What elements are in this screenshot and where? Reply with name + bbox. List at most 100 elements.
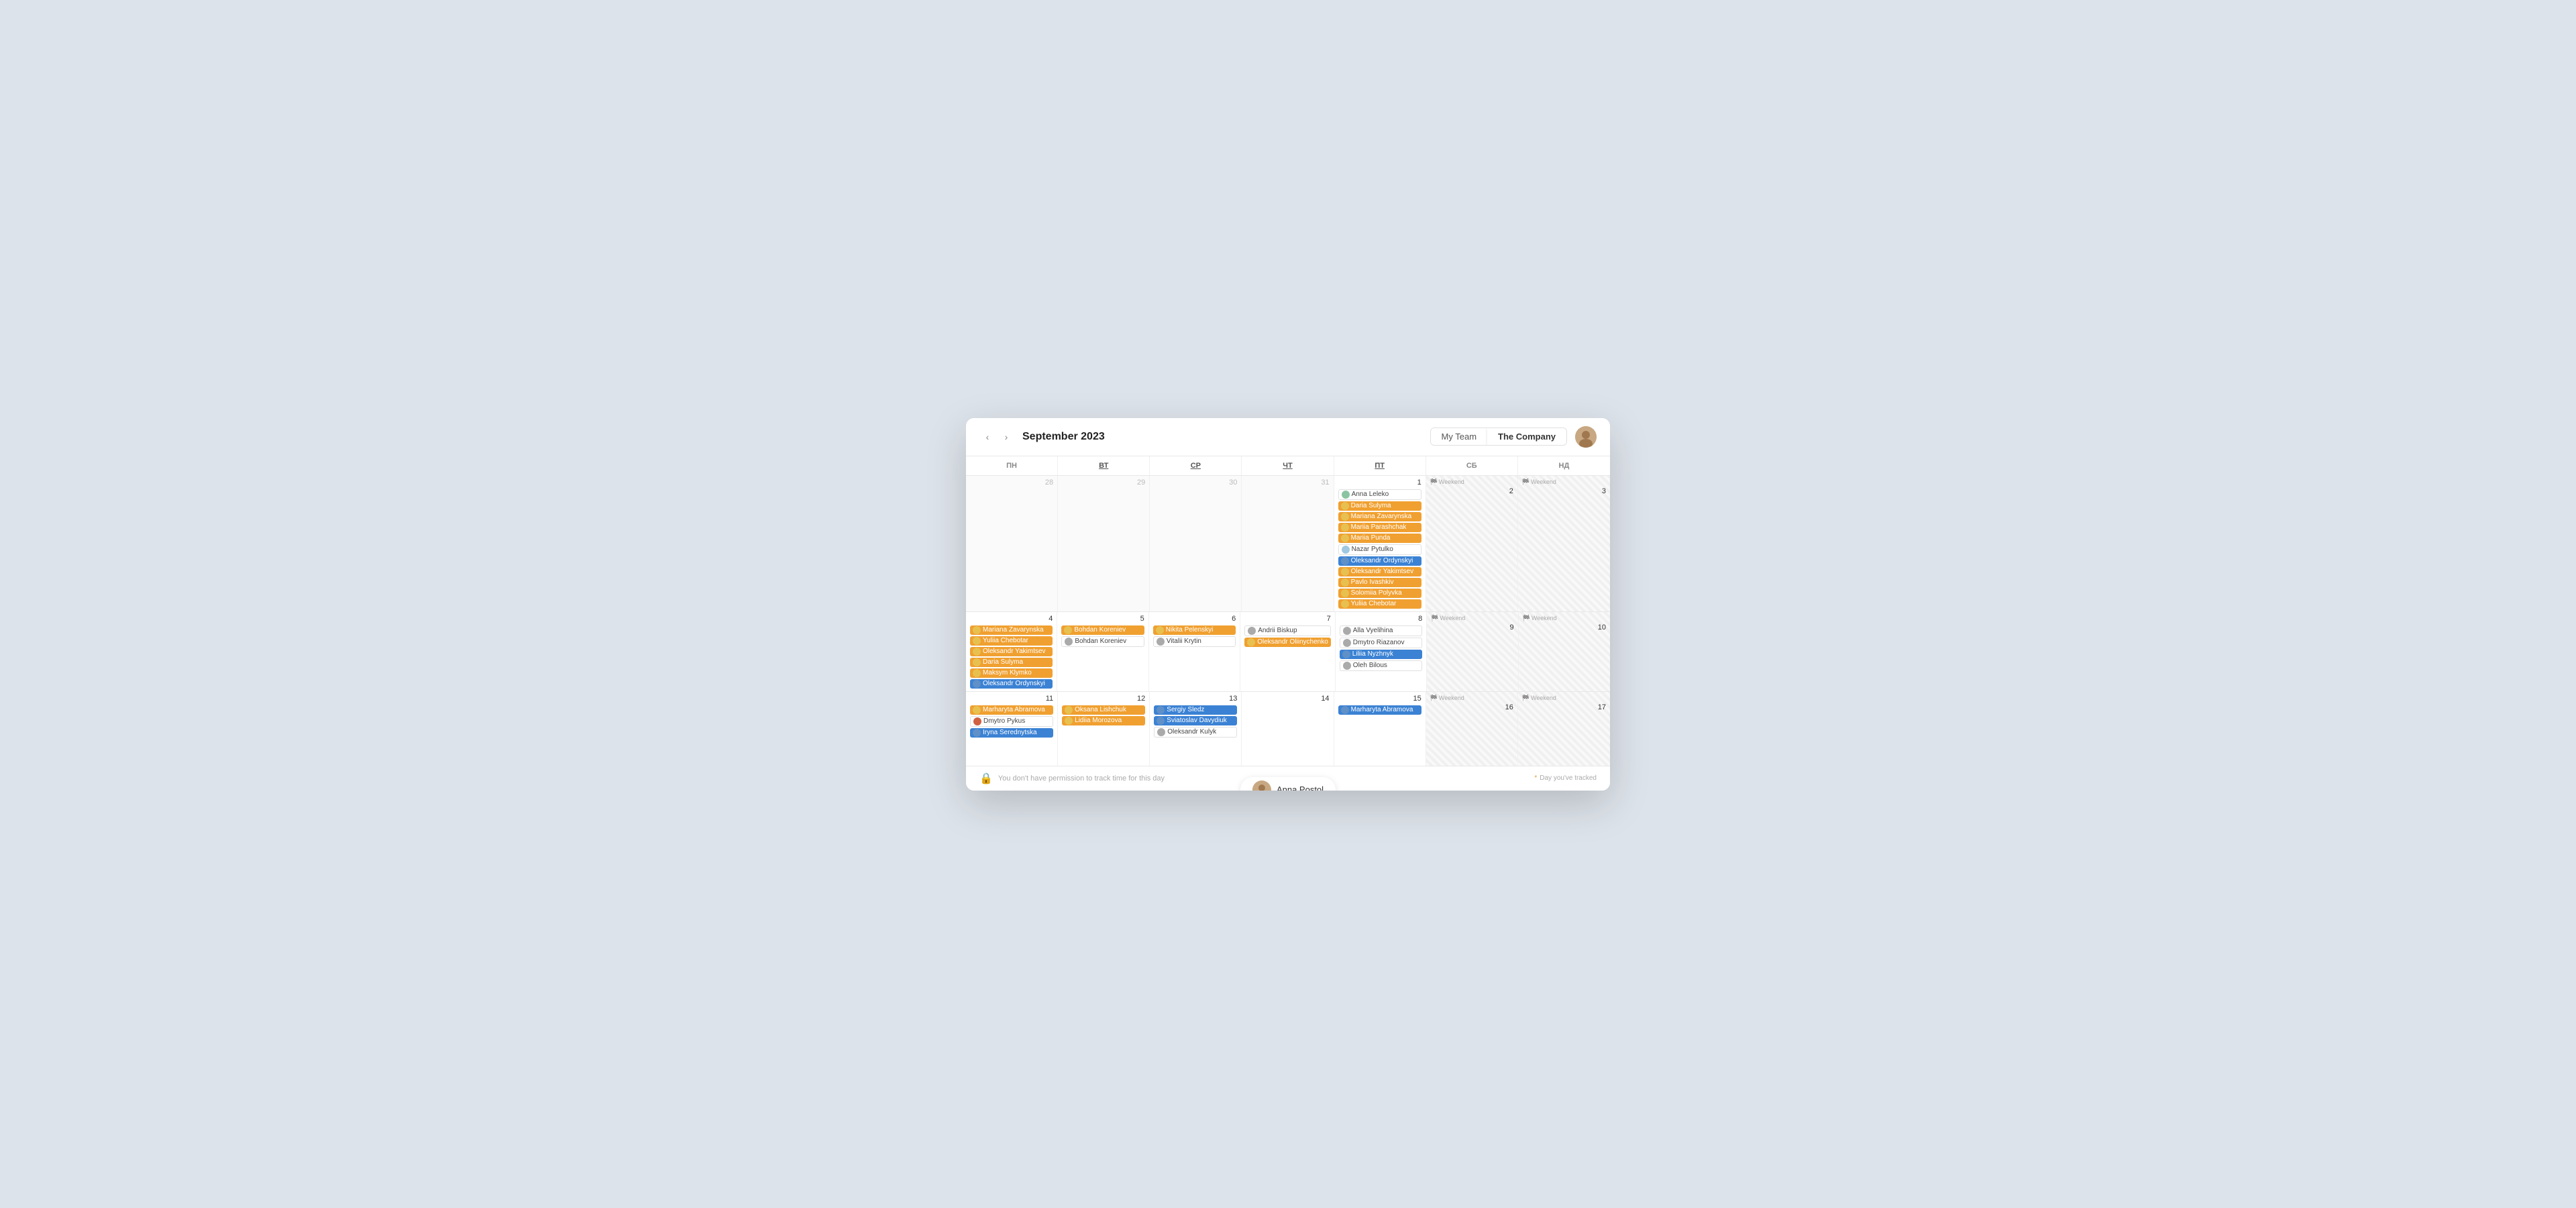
event[interactable]: Andrii Biskup bbox=[1244, 625, 1331, 636]
day-3[interactable]: Weekend 3 bbox=[1518, 476, 1610, 611]
weekend-label: Weekend bbox=[1431, 615, 1513, 622]
weekend-label: Weekend bbox=[1522, 479, 1606, 486]
user-bar-name: Anna Postol bbox=[1277, 785, 1324, 791]
day-header-sat: сб bbox=[1426, 456, 1518, 475]
day-29[interactable]: 29 bbox=[1058, 476, 1150, 611]
day-14[interactable]: 14 bbox=[1242, 692, 1334, 766]
day-8[interactable]: 8 Alla Vyelihina Dmytro Riazanov Liliia … bbox=[1336, 612, 1427, 691]
event[interactable]: Pavlo Ivashkiv bbox=[1338, 578, 1421, 587]
event[interactable]: Daria Sulyma bbox=[970, 658, 1053, 667]
footer-left: 🔒 You don't have permission to track tim… bbox=[979, 772, 1165, 785]
event[interactable]: Nazar Pytulko bbox=[1338, 544, 1421, 555]
user-bar-avatar bbox=[1252, 781, 1271, 791]
events-day-6: Nikita Pelenskyi Vitalii Krytin bbox=[1153, 625, 1236, 647]
events-day-7: Andrii Biskup Oleksandr Oliinychenko bbox=[1244, 625, 1331, 647]
tab-the-company[interactable]: The Company bbox=[1487, 428, 1566, 445]
day-12[interactable]: 12 Oksana Lishchuk Lidiia Morozova bbox=[1058, 692, 1150, 766]
weekend-label: Weekend bbox=[1430, 695, 1513, 702]
event[interactable]: Oleksandr Ordynskyi bbox=[970, 679, 1053, 689]
day-2[interactable]: Weekend 2 bbox=[1426, 476, 1518, 611]
event[interactable]: Nikita Pelenskyi bbox=[1153, 625, 1236, 635]
week-row: 28 29 30 31 1 Anna Leleko Daria Sulyma M… bbox=[966, 476, 1610, 612]
events-day-12: Oksana Lishchuk Lidiia Morozova bbox=[1062, 705, 1145, 725]
prev-month-button[interactable]: ‹ bbox=[979, 429, 996, 445]
day-16[interactable]: Weekend 16 bbox=[1426, 692, 1518, 766]
day-17[interactable]: Weekend 17 bbox=[1518, 692, 1610, 766]
day-6[interactable]: 6 Nikita Pelenskyi Vitalii Krytin bbox=[1149, 612, 1240, 691]
event[interactable]: Marharyta Abramova bbox=[970, 705, 1053, 715]
event[interactable]: Oleksandr Yakimtsev bbox=[970, 647, 1053, 656]
user-avatar[interactable] bbox=[1575, 426, 1597, 448]
permission-text: You don't have permission to track time … bbox=[998, 774, 1165, 783]
event[interactable]: Mariia Punda bbox=[1338, 534, 1421, 543]
day-10[interactable]: Weekend 10 bbox=[1519, 612, 1610, 691]
events-day-4: Mariana Zavarynska Yuliia Chebotar Oleks… bbox=[970, 625, 1053, 689]
events-day-8: Alla Vyelihina Dmytro Riazanov Liliia Ny… bbox=[1340, 625, 1422, 671]
event[interactable]: Sviatoslav Davydiuk bbox=[1154, 716, 1237, 725]
day-header-tue: вт bbox=[1058, 456, 1150, 475]
event[interactable]: Solomiia Polyvka bbox=[1338, 589, 1421, 598]
events-day-13: Sergiy Sledz Sviatoslav Davydiuk Oleksan… bbox=[1154, 705, 1237, 738]
event[interactable]: Anna Leleko bbox=[1338, 489, 1421, 500]
weeks: 28 29 30 31 1 Anna Leleko Daria Sulyma M… bbox=[966, 476, 1610, 766]
day-15[interactable]: 15 Marharyta Abramova bbox=[1334, 692, 1426, 766]
day-7[interactable]: 7 Andrii Biskup Oleksandr Oliinychenko bbox=[1240, 612, 1336, 691]
event[interactable]: Oleksandr Oliinychenko bbox=[1244, 638, 1331, 647]
day-13[interactable]: 13 Sergiy Sledz Sviatoslav Davydiuk Olek… bbox=[1150, 692, 1242, 766]
weekend-label: Weekend bbox=[1522, 695, 1606, 702]
day-header-fri: пт bbox=[1334, 456, 1426, 475]
event[interactable]: Dmytro Riazanov bbox=[1340, 638, 1422, 648]
day-9[interactable]: Weekend 9 bbox=[1427, 612, 1518, 691]
event[interactable]: Oleh Bilous bbox=[1340, 660, 1422, 671]
day-5[interactable]: 5 Bohdan Koreniev Bohdan Koreniev bbox=[1057, 612, 1148, 691]
lock-icon: 🔒 bbox=[979, 772, 993, 785]
day-28[interactable]: 28 bbox=[966, 476, 1058, 611]
events-day-11: Marharyta Abramova Dmytro Pykus Iryna Se… bbox=[970, 705, 1053, 738]
event[interactable]: Oleksandr Ordynskyi bbox=[1338, 556, 1421, 566]
event[interactable]: Liliia Nyzhnyk bbox=[1340, 650, 1422, 659]
day-31[interactable]: 31 bbox=[1242, 476, 1334, 611]
event[interactable]: Bohdan Koreniev bbox=[1061, 625, 1144, 635]
events-day-5: Bohdan Koreniev Bohdan Koreniev bbox=[1061, 625, 1144, 647]
month-title: September 2023 bbox=[1022, 431, 1430, 443]
event[interactable]: Vitalii Krytin bbox=[1153, 636, 1236, 647]
week-row: 11 Marharyta Abramova Dmytro Pykus Iryna… bbox=[966, 692, 1610, 766]
events-day-1: Anna Leleko Daria Sulyma Mariana Zavaryn… bbox=[1338, 489, 1421, 609]
view-tabs: My Team The Company bbox=[1430, 427, 1567, 446]
next-month-button[interactable]: › bbox=[998, 429, 1014, 445]
event[interactable]: Maksym Klymko bbox=[970, 668, 1053, 678]
event[interactable]: Lidiia Morozova bbox=[1062, 716, 1145, 725]
weekend-label: Weekend bbox=[1523, 615, 1606, 622]
day-header-thu: чт bbox=[1242, 456, 1334, 475]
day-11[interactable]: 11 Marharyta Abramova Dmytro Pykus Iryna… bbox=[966, 692, 1058, 766]
events-day-15: Marharyta Abramova bbox=[1338, 705, 1421, 715]
day-headers: пн вт ср чт пт сб нд bbox=[966, 456, 1610, 476]
weekend-label: Weekend bbox=[1430, 479, 1513, 486]
event[interactable]: Mariia Parashchak bbox=[1338, 523, 1421, 532]
event[interactable]: Mariana Zavarynska bbox=[1338, 512, 1421, 521]
event[interactable]: Oleksandr Kulyk bbox=[1154, 727, 1237, 738]
event[interactable]: Sergiy Sledz bbox=[1154, 705, 1237, 715]
tracked-text: Day you've tracked bbox=[1540, 774, 1597, 782]
day-4[interactable]: 4 Mariana Zavarynska Yuliia Chebotar Ole… bbox=[966, 612, 1057, 691]
event[interactable]: Yuliia Chebotar bbox=[1338, 599, 1421, 609]
week-row: 4 Mariana Zavarynska Yuliia Chebotar Ole… bbox=[966, 612, 1610, 692]
day-1[interactable]: 1 Anna Leleko Daria Sulyma Mariana Zavar… bbox=[1334, 476, 1426, 611]
event[interactable]: Oleksandr Yakimtsev bbox=[1338, 567, 1421, 576]
event[interactable]: Dmytro Pykus bbox=[970, 716, 1053, 727]
calendar-grid: пн вт ср чт пт сб нд 28 29 30 31 1 Anna … bbox=[966, 456, 1610, 766]
calendar-header: ‹ › September 2023 My Team The Company bbox=[966, 418, 1610, 456]
event[interactable]: Marharyta Abramova bbox=[1338, 705, 1421, 715]
day-header-wed: ср bbox=[1150, 456, 1242, 475]
event[interactable]: Oksana Lishchuk bbox=[1062, 705, 1145, 715]
user-bar[interactable]: Anna Postol bbox=[1240, 777, 1336, 791]
event[interactable]: Iryna Serednytska bbox=[970, 728, 1053, 738]
tab-my-team[interactable]: My Team bbox=[1431, 428, 1488, 445]
event[interactable]: Bohdan Koreniev bbox=[1061, 636, 1144, 647]
event[interactable]: Mariana Zavarynska bbox=[970, 625, 1053, 635]
event[interactable]: Daria Sulyma bbox=[1338, 501, 1421, 511]
day-header-mon: пн bbox=[966, 456, 1058, 475]
event[interactable]: Alla Vyelihina bbox=[1340, 625, 1422, 636]
day-30[interactable]: 30 bbox=[1150, 476, 1242, 611]
event[interactable]: Yuliia Chebotar bbox=[970, 636, 1053, 646]
